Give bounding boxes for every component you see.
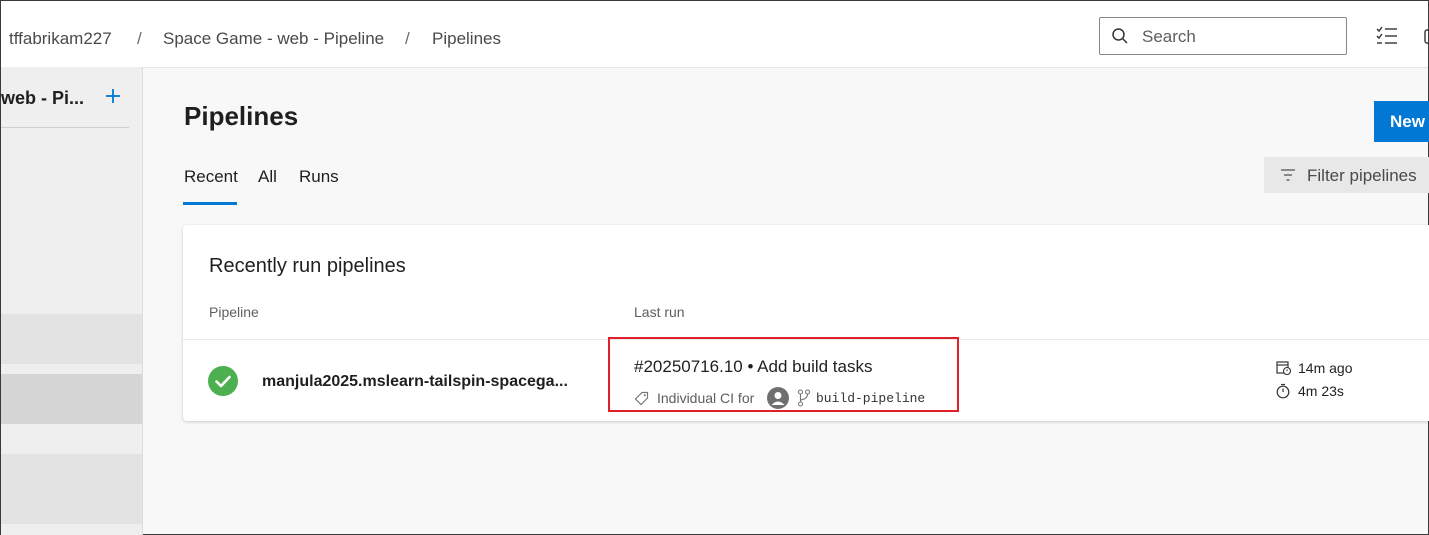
avatar	[767, 387, 789, 409]
new-pipeline-button[interactable]: New	[1374, 101, 1429, 142]
filter-icon	[1280, 168, 1296, 187]
card-title: Recently run pipelines	[209, 255, 406, 277]
breadcrumb-separator: /	[405, 29, 410, 48]
search-input[interactable]	[1140, 25, 1340, 49]
column-header-last-run: Last run	[634, 304, 685, 320]
stopwatch-icon	[1276, 383, 1291, 402]
sidebar-item[interactable]	[1, 454, 142, 524]
project-name[interactable]: web - Pi...	[1, 88, 84, 109]
run-title[interactable]: #20250716.10 • Add build tasks	[634, 357, 872, 377]
page-title: Pipelines	[184, 101, 299, 131]
breadcrumb-pipelines[interactable]: Pipelines	[432, 29, 501, 49]
filter-pipelines-button[interactable]: Filter pipelines	[1264, 157, 1429, 193]
sidebar: web - Pi...	[1, 67, 143, 535]
column-header-pipeline: Pipeline	[209, 304, 259, 320]
success-check-icon	[208, 366, 238, 396]
pipeline-name[interactable]: manjula2025.mslearn-tailspin-spacega...	[262, 373, 568, 391]
breadcrumb-org[interactable]: tffabrikam227	[9, 29, 112, 49]
breadcrumb-separator: /	[137, 29, 142, 48]
tab-all[interactable]: All	[258, 167, 277, 187]
run-meta: Individual CI for build-pipeline	[634, 387, 954, 412]
branch-icon	[797, 389, 811, 412]
active-tab-indicator	[183, 202, 237, 205]
sidebar-item-selected[interactable]	[1, 374, 142, 424]
marketplace-icon[interactable]	[1421, 26, 1429, 51]
tag-icon	[634, 391, 649, 411]
sidebar-item[interactable]	[1, 314, 142, 364]
tab-recent[interactable]: Recent	[184, 167, 238, 187]
top-header: tffabrikam227 / Space Game - web - Pipel…	[1, 1, 1429, 68]
filter-label: Filter pipelines	[1307, 166, 1417, 185]
sidebar-divider	[1, 127, 129, 128]
recent-pipelines-card: Recently run pipelines Pipeline Last run…	[183, 225, 1429, 421]
task-list-icon[interactable]	[1376, 26, 1398, 51]
breadcrumb-project[interactable]: Space Game - web - Pipeline	[163, 29, 384, 49]
plus-icon[interactable]	[102, 85, 124, 107]
search-box[interactable]	[1099, 17, 1347, 55]
calendar-clock-icon	[1276, 360, 1292, 378]
pipeline-row[interactable]: manjula2025.mslearn-tailspin-spacega... …	[183, 340, 1429, 421]
branch-name[interactable]: build-pipeline	[816, 391, 925, 406]
search-icon	[1111, 27, 1129, 50]
tab-runs[interactable]: Runs	[299, 167, 339, 187]
run-reason: Individual CI for	[657, 390, 755, 406]
